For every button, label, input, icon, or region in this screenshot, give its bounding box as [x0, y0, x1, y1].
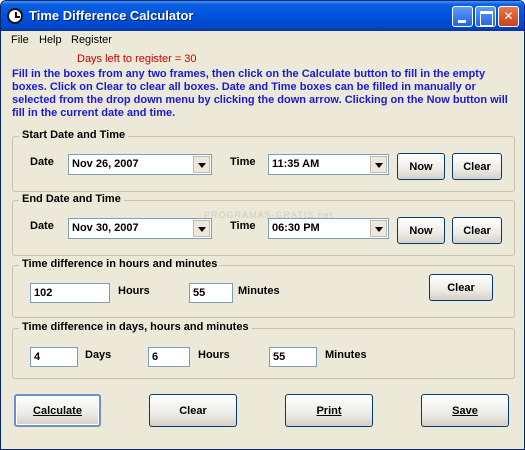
start-date-label: Date [30, 156, 54, 168]
title-bar[interactable]: Time Difference Calculator ✕ [1, 1, 524, 31]
end-time-label: Time [230, 220, 256, 232]
dhm-days-label: Days [85, 349, 112, 361]
save-button[interactable]: Save [421, 394, 509, 427]
end-date-value: Nov 30, 2007 [72, 222, 139, 234]
end-group-label: End Date and Time [19, 193, 124, 205]
hm-hours-label: Hours [118, 285, 150, 297]
print-label: Print [316, 404, 342, 417]
chevron-down-icon[interactable] [193, 156, 210, 173]
chevron-down-icon[interactable] [370, 156, 387, 173]
save-label: Save [452, 404, 478, 417]
minimize-button[interactable] [452, 6, 473, 27]
start-now-button[interactable]: Now [397, 153, 445, 180]
dhm-days-field[interactable]: 4 [30, 347, 78, 367]
start-date-combo[interactable]: Nov 26, 2007 [68, 154, 212, 175]
start-date-value: Nov 26, 2007 [72, 158, 139, 170]
menu-file[interactable]: File [11, 34, 29, 46]
end-now-label: Now [409, 224, 433, 237]
hm-hours-field[interactable]: 102 [30, 283, 110, 303]
hm-minutes-field[interactable]: 55 [189, 283, 233, 303]
hm-clear-label: Clear [447, 281, 475, 294]
start-time-value: 11:35 AM [272, 158, 320, 170]
start-time-label: Time [230, 156, 256, 168]
end-clear-button[interactable]: Clear [452, 217, 502, 244]
close-button[interactable]: ✕ [498, 6, 519, 27]
dhm-hours-field[interactable]: 6 [148, 347, 190, 367]
start-time-combo[interactable]: 11:35 AM [268, 154, 389, 175]
registration-notice: Days left to register = 30 [77, 53, 197, 65]
start-clear-label: Clear [463, 160, 491, 173]
dhm-minutes-label: Minutes [325, 349, 367, 361]
dhm-hours-label: Hours [198, 349, 230, 361]
instructions-text: Fill in the boxes from any two frames, t… [12, 68, 508, 119]
hm-group-label: Time difference in hours and minutes [19, 258, 221, 270]
app-window: Time Difference Calculator ✕ File Help R… [0, 0, 525, 450]
print-button[interactable]: Print [285, 394, 373, 427]
clock-icon [7, 8, 23, 24]
end-clear-label: Clear [463, 224, 491, 237]
clear-all-button[interactable]: Clear [149, 394, 237, 427]
window-title: Time Difference Calculator [29, 8, 194, 23]
menu-bar: File Help Register [1, 31, 524, 51]
hm-minutes-label: Minutes [238, 285, 280, 297]
clear-all-label: Clear [179, 404, 207, 417]
chevron-down-icon[interactable] [193, 220, 210, 237]
menu-help[interactable]: Help [39, 34, 62, 46]
end-time-combo[interactable]: 06:30 PM [268, 218, 389, 239]
start-clear-button[interactable]: Clear [452, 153, 502, 180]
dhm-minutes-field[interactable]: 55 [269, 347, 317, 367]
start-group-label: Start Date and Time [19, 129, 129, 141]
chevron-down-icon[interactable] [370, 220, 387, 237]
start-now-label: Now [409, 160, 433, 173]
dhm-group-label: Time difference in days, hours and minut… [19, 321, 252, 333]
hm-clear-button[interactable]: Clear [429, 274, 493, 301]
end-date-combo[interactable]: Nov 30, 2007 [68, 218, 212, 239]
calculate-button[interactable]: Calculate [14, 394, 101, 427]
end-date-label: Date [30, 220, 54, 232]
menu-register[interactable]: Register [71, 34, 112, 46]
end-now-button[interactable]: Now [397, 217, 445, 244]
maximize-button[interactable] [475, 6, 496, 27]
calculate-label: Calculate [33, 404, 82, 417]
end-time-value: 06:30 PM [272, 222, 320, 234]
